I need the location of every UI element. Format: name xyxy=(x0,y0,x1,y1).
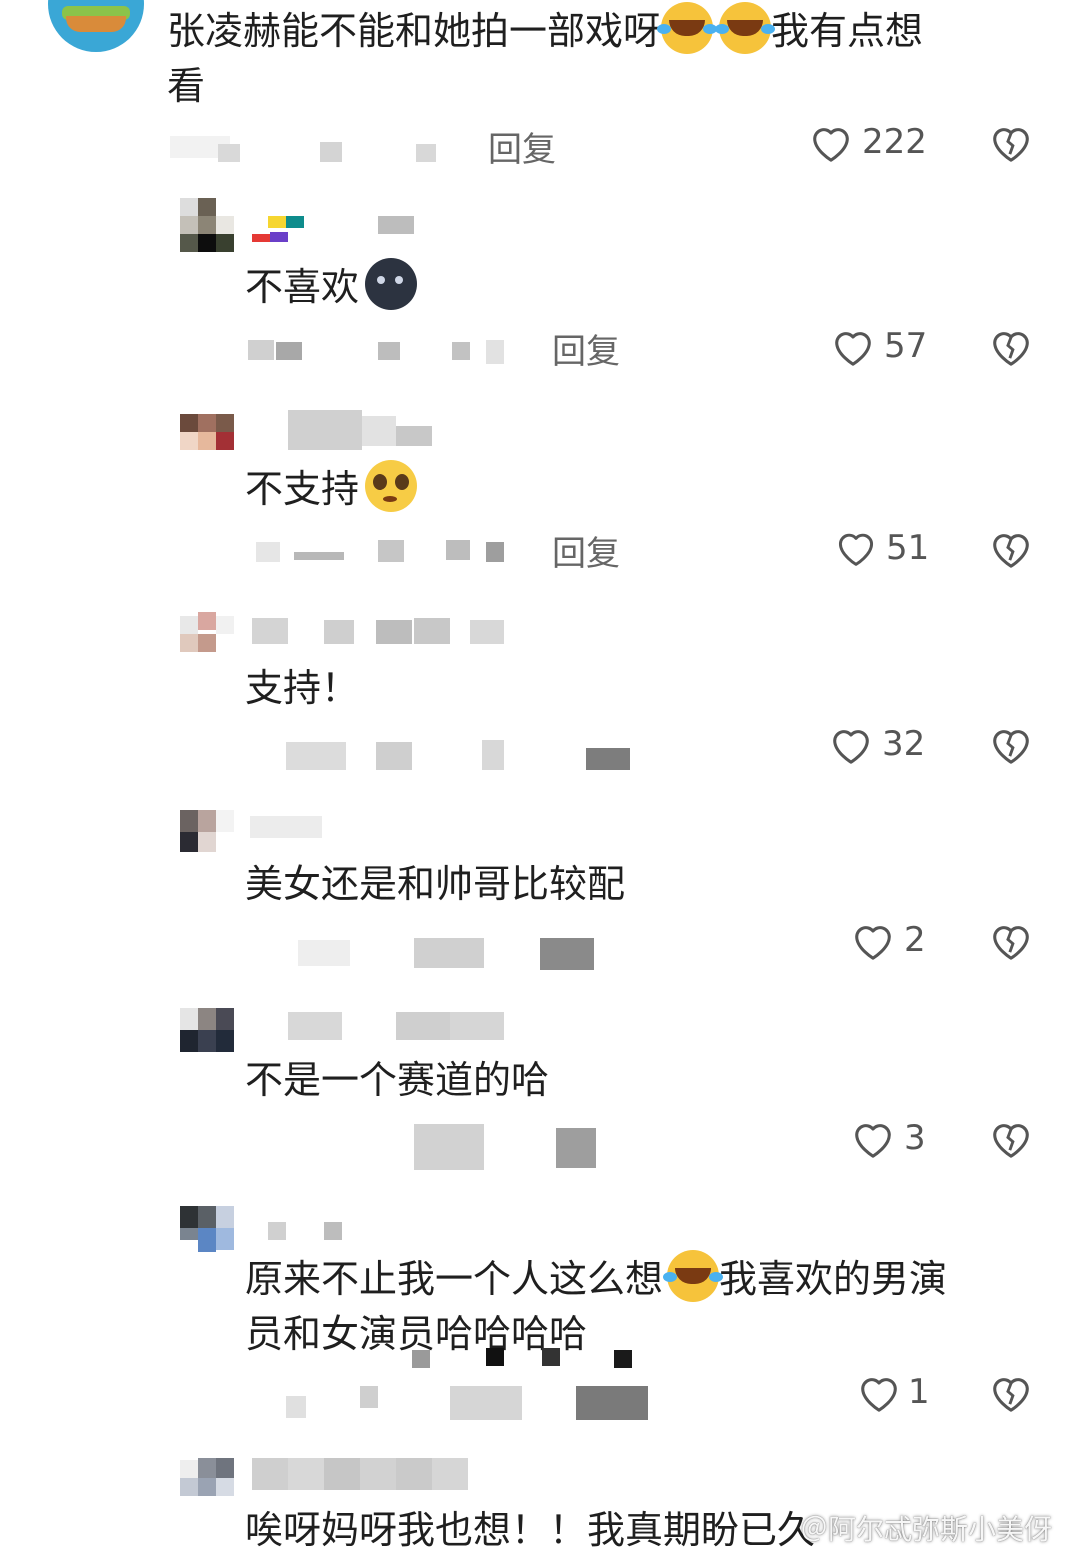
avatar[interactable] xyxy=(180,612,234,652)
blurred-meta xyxy=(246,932,626,972)
broken-heart-icon xyxy=(993,1378,1029,1412)
avatar[interactable] xyxy=(180,1008,234,1052)
broken-heart-icon xyxy=(993,730,1029,764)
dislike-button[interactable] xyxy=(988,722,1034,766)
dislike-button[interactable] xyxy=(988,526,1034,570)
comment-text: 唉呀妈呀我也想！！我真期盼已久 xyxy=(245,1508,816,1552)
blurred-username xyxy=(250,1008,510,1044)
laughing-tears-emoji xyxy=(663,1250,720,1302)
comment-text: 不支持 xyxy=(245,460,418,517)
like-button[interactable] xyxy=(850,1116,896,1160)
blurred-username xyxy=(250,1218,360,1244)
reply-button[interactable]: 回复 xyxy=(552,526,620,575)
comment-text: 原来不止我一个人这么想 我喜欢的男演 xyxy=(245,1250,947,1307)
like-count: 2 xyxy=(904,920,926,960)
heart-outline-icon xyxy=(838,533,874,566)
broken-heart-icon xyxy=(993,332,1029,366)
dislike-button[interactable] xyxy=(988,324,1034,368)
heart-outline-icon xyxy=(861,1378,897,1412)
avatar[interactable] xyxy=(180,1206,234,1252)
avatar[interactable] xyxy=(180,810,234,852)
heart-outline-icon xyxy=(813,128,849,162)
like-count: 51 xyxy=(886,528,930,568)
blurred-meta xyxy=(246,1120,626,1172)
heart-outline-icon xyxy=(833,730,869,764)
like-count: 222 xyxy=(862,122,927,162)
comment-text: 张凌赫能不能和她拍一部戏呀 我有点想 xyxy=(167,2,923,59)
blurred-username xyxy=(250,214,420,244)
avatar[interactable] xyxy=(180,1458,234,1498)
broken-heart-icon xyxy=(993,128,1029,162)
dislike-button[interactable] xyxy=(988,1116,1034,1160)
like-button[interactable] xyxy=(830,324,876,368)
heart-outline-icon xyxy=(855,926,891,960)
like-button[interactable] xyxy=(828,722,874,766)
broken-heart-icon xyxy=(993,1124,1029,1158)
blurred-username xyxy=(250,812,330,842)
broken-heart-icon xyxy=(993,534,1029,568)
blurred-meta xyxy=(246,330,516,366)
comment-text-line2: 看 xyxy=(167,64,206,108)
like-button[interactable] xyxy=(850,918,896,962)
blurred-meta xyxy=(246,530,516,570)
comment-text: 支持！ xyxy=(245,666,360,710)
comment-text: 美女还是和帅哥比较配 xyxy=(245,862,626,906)
comment-text: 不喜欢 xyxy=(245,258,418,315)
like-button[interactable] xyxy=(856,1370,902,1414)
blurred-username xyxy=(250,612,510,646)
blurred-username xyxy=(250,1456,470,1492)
blurred-username xyxy=(250,410,440,450)
laughing-tears-emoji xyxy=(657,2,714,54)
dislike-button[interactable] xyxy=(988,918,1034,962)
reply-button[interactable]: 回复 xyxy=(552,324,620,373)
avatar[interactable] xyxy=(48,0,144,52)
like-button[interactable] xyxy=(834,526,878,568)
laughing-tears-emoji xyxy=(715,2,772,54)
dislike-button[interactable] xyxy=(988,1370,1034,1414)
blurred-meta xyxy=(286,734,636,774)
broken-heart-icon xyxy=(993,926,1029,960)
pleading-face-emoji xyxy=(365,460,418,512)
watermark: ＠阿尔忒弥斯小美伢 xyxy=(800,1513,1053,1546)
blurred-meta xyxy=(170,126,470,166)
reply-button[interactable]: 回复 xyxy=(488,122,556,171)
like-count: 3 xyxy=(904,1118,926,1158)
like-button[interactable] xyxy=(808,120,854,164)
like-count: 1 xyxy=(908,1372,930,1412)
heart-outline-icon xyxy=(835,332,871,366)
dislike-button[interactable] xyxy=(988,120,1034,164)
like-count: 57 xyxy=(884,326,928,366)
new-moon-face-emoji xyxy=(365,258,418,310)
heart-outline-icon xyxy=(855,1124,891,1158)
like-count: 32 xyxy=(882,724,926,764)
blurred-meta xyxy=(246,1346,666,1422)
avatar[interactable] xyxy=(180,198,234,252)
avatar[interactable] xyxy=(180,414,234,450)
comment-text: 不是一个赛道的哈 xyxy=(245,1058,550,1102)
